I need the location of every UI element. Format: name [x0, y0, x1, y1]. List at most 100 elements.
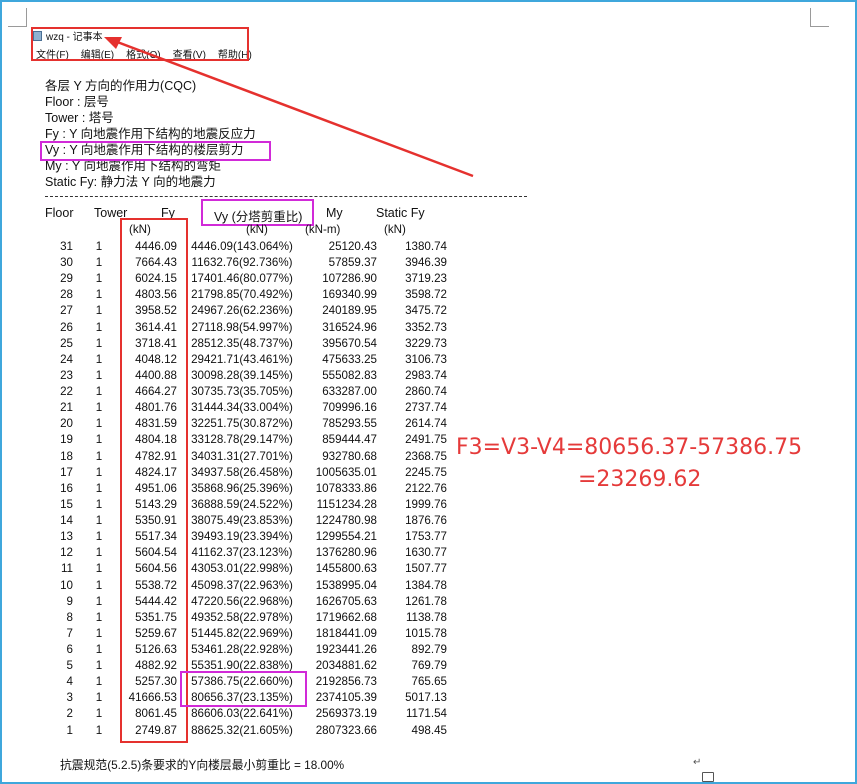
tower-cell: 1	[95, 626, 103, 640]
tower-cell: 1	[95, 691, 103, 705]
unit-static: (kN)	[384, 223, 406, 236]
static-fy-cell: 2368.75	[405, 449, 447, 463]
tower-cell: 1	[95, 240, 103, 253]
static-fy-cell: 769.79	[411, 659, 447, 673]
my-cell: 555082.83	[322, 368, 377, 382]
header-my: My	[326, 206, 343, 220]
vy-cell: 30098.28(39.145%)	[191, 368, 293, 382]
static-fy-cell: 892.79	[411, 643, 447, 656]
header-static-fy: Static Fy	[376, 206, 425, 220]
tower-cell: 1	[95, 385, 103, 399]
vy-cell: 39493.19(23.394%)	[191, 530, 293, 544]
intro-line-floor: Floor : 层号	[45, 95, 109, 109]
my-cell: 1719662.68	[315, 610, 377, 624]
my-cell: 1224780.98	[315, 514, 377, 528]
vy-cell: 33128.78(29.147%)	[191, 433, 293, 447]
floor-cell: 13	[60, 530, 73, 544]
tower-cell: 1	[95, 530, 103, 544]
static-fy-cell: 3352.73	[405, 320, 447, 334]
vy-cell: 30735.73(35.705%)	[191, 385, 293, 399]
tower-cell: 1	[95, 465, 103, 479]
tower-cell: 1	[95, 433, 103, 447]
tower-cell: 1	[95, 643, 103, 656]
my-cell: 475633.25	[322, 352, 377, 366]
my-cell: 1455800.63	[315, 562, 377, 576]
floor-cell: 18	[60, 449, 73, 463]
my-cell: 395670.54	[322, 336, 377, 350]
tower-cell: 1	[95, 610, 103, 624]
tower-cell: 1	[95, 481, 103, 495]
vy-cell: 53461.28(22.928%)	[191, 643, 293, 656]
vy-cell: 27118.98(54.997%)	[191, 320, 293, 334]
static-fy-cell: 1015.78	[405, 626, 447, 640]
tower-cell: 1	[95, 707, 103, 721]
tower-cell: 1	[95, 578, 103, 592]
title-highlight-box	[31, 27, 249, 61]
page-corner-mark	[8, 8, 27, 27]
tower-cell: 1	[95, 675, 103, 689]
vy-cell: 32251.75(30.872%)	[191, 417, 293, 431]
my-cell: 1299554.21	[315, 530, 377, 544]
vy-cell: 31444.34(33.004%)	[191, 401, 293, 415]
floor-cell: 27	[60, 304, 73, 318]
my-cell: 1151234.28	[316, 497, 377, 511]
static-fy-cell: 765.65	[411, 675, 447, 689]
vy-cell: 28512.35(48.737%)	[191, 336, 293, 350]
vy-cell: 11632.76(92.736%)	[191, 256, 293, 270]
my-cell: 2192856.73	[315, 675, 377, 689]
static-fy-cell: 2245.75	[405, 465, 447, 479]
intro-line-fy: Fy : Y 向地震作用下结构的地震反应力	[45, 127, 256, 141]
static-fy-cell: 2737.74	[405, 401, 447, 415]
my-cell: 107286.90	[322, 272, 377, 286]
vy-cell: 38075.49(23.853%)	[191, 514, 293, 528]
my-cell: 1376280.96	[315, 546, 377, 560]
vy-cell: 47220.56(22.968%)	[191, 594, 293, 608]
static-fy-cell: 1999.76	[405, 497, 447, 511]
vy-cell: 43053.01(22.998%)	[191, 562, 293, 576]
formula-line-2: =23269.62	[578, 467, 702, 492]
floor-cell: 10	[60, 578, 73, 592]
vy-floor3-4-highlight	[180, 671, 307, 707]
vy-header-highlight	[201, 199, 314, 226]
my-cell: 859444.47	[322, 433, 377, 447]
static-fy-cell: 498.45	[411, 723, 447, 737]
clipboard-icon	[702, 772, 714, 782]
vy-cell: 34031.31(27.701%)	[191, 449, 293, 463]
floor-cell: 22	[60, 385, 73, 399]
tower-cell: 1	[95, 368, 103, 382]
static-fy-cell: 2983.74	[405, 368, 447, 382]
intro-line-tower: Tower : 塔号	[45, 111, 114, 125]
static-fy-cell: 3106.73	[405, 352, 447, 366]
static-fy-cell: 1380.74	[405, 240, 447, 253]
static-fy-cell: 1261.78	[405, 594, 447, 608]
static-fy-cell: 1507.77	[405, 562, 447, 576]
floor-cell: 28	[60, 288, 73, 302]
static-fy-cell: 1138.78	[405, 610, 447, 624]
vy-cell: 4446.09(143.064%)	[191, 240, 293, 253]
static-fy-cell: 3229.73	[405, 336, 447, 350]
static-fy-cell: 2122.76	[405, 481, 447, 495]
floor-cell: 19	[60, 433, 73, 447]
my-cell: 1923441.26	[315, 643, 377, 656]
fy-column-highlight	[120, 218, 188, 743]
static-fy-cell: 3598.72	[405, 288, 447, 302]
floor-cell: 4	[66, 675, 73, 689]
my-cell: 57859.37	[328, 256, 377, 270]
tower-cell: 1	[95, 304, 103, 318]
vy-cell: 35868.96(25.396%)	[191, 481, 293, 495]
static-fy-cell: 1753.77	[405, 530, 447, 544]
vy-cell: 45098.37(22.963%)	[191, 578, 293, 592]
vy-cell: 41162.37(23.123%)	[191, 546, 293, 560]
tower-cell: 1	[95, 320, 103, 334]
tower-cell: 1	[95, 352, 103, 366]
header-floor: Floor	[45, 206, 74, 220]
static-fy-cell: 1384.78	[405, 578, 447, 592]
floor-cell: 2	[66, 707, 73, 721]
static-fy-cell: 1171.54	[405, 707, 447, 721]
tower-cell: 1	[95, 594, 103, 608]
my-cell: 1626705.63	[315, 594, 377, 608]
floor-cell: 24	[60, 352, 73, 366]
my-cell: 169340.99	[322, 288, 377, 302]
floor-cell: 16	[60, 481, 73, 495]
floor-cell: 14	[60, 514, 73, 528]
